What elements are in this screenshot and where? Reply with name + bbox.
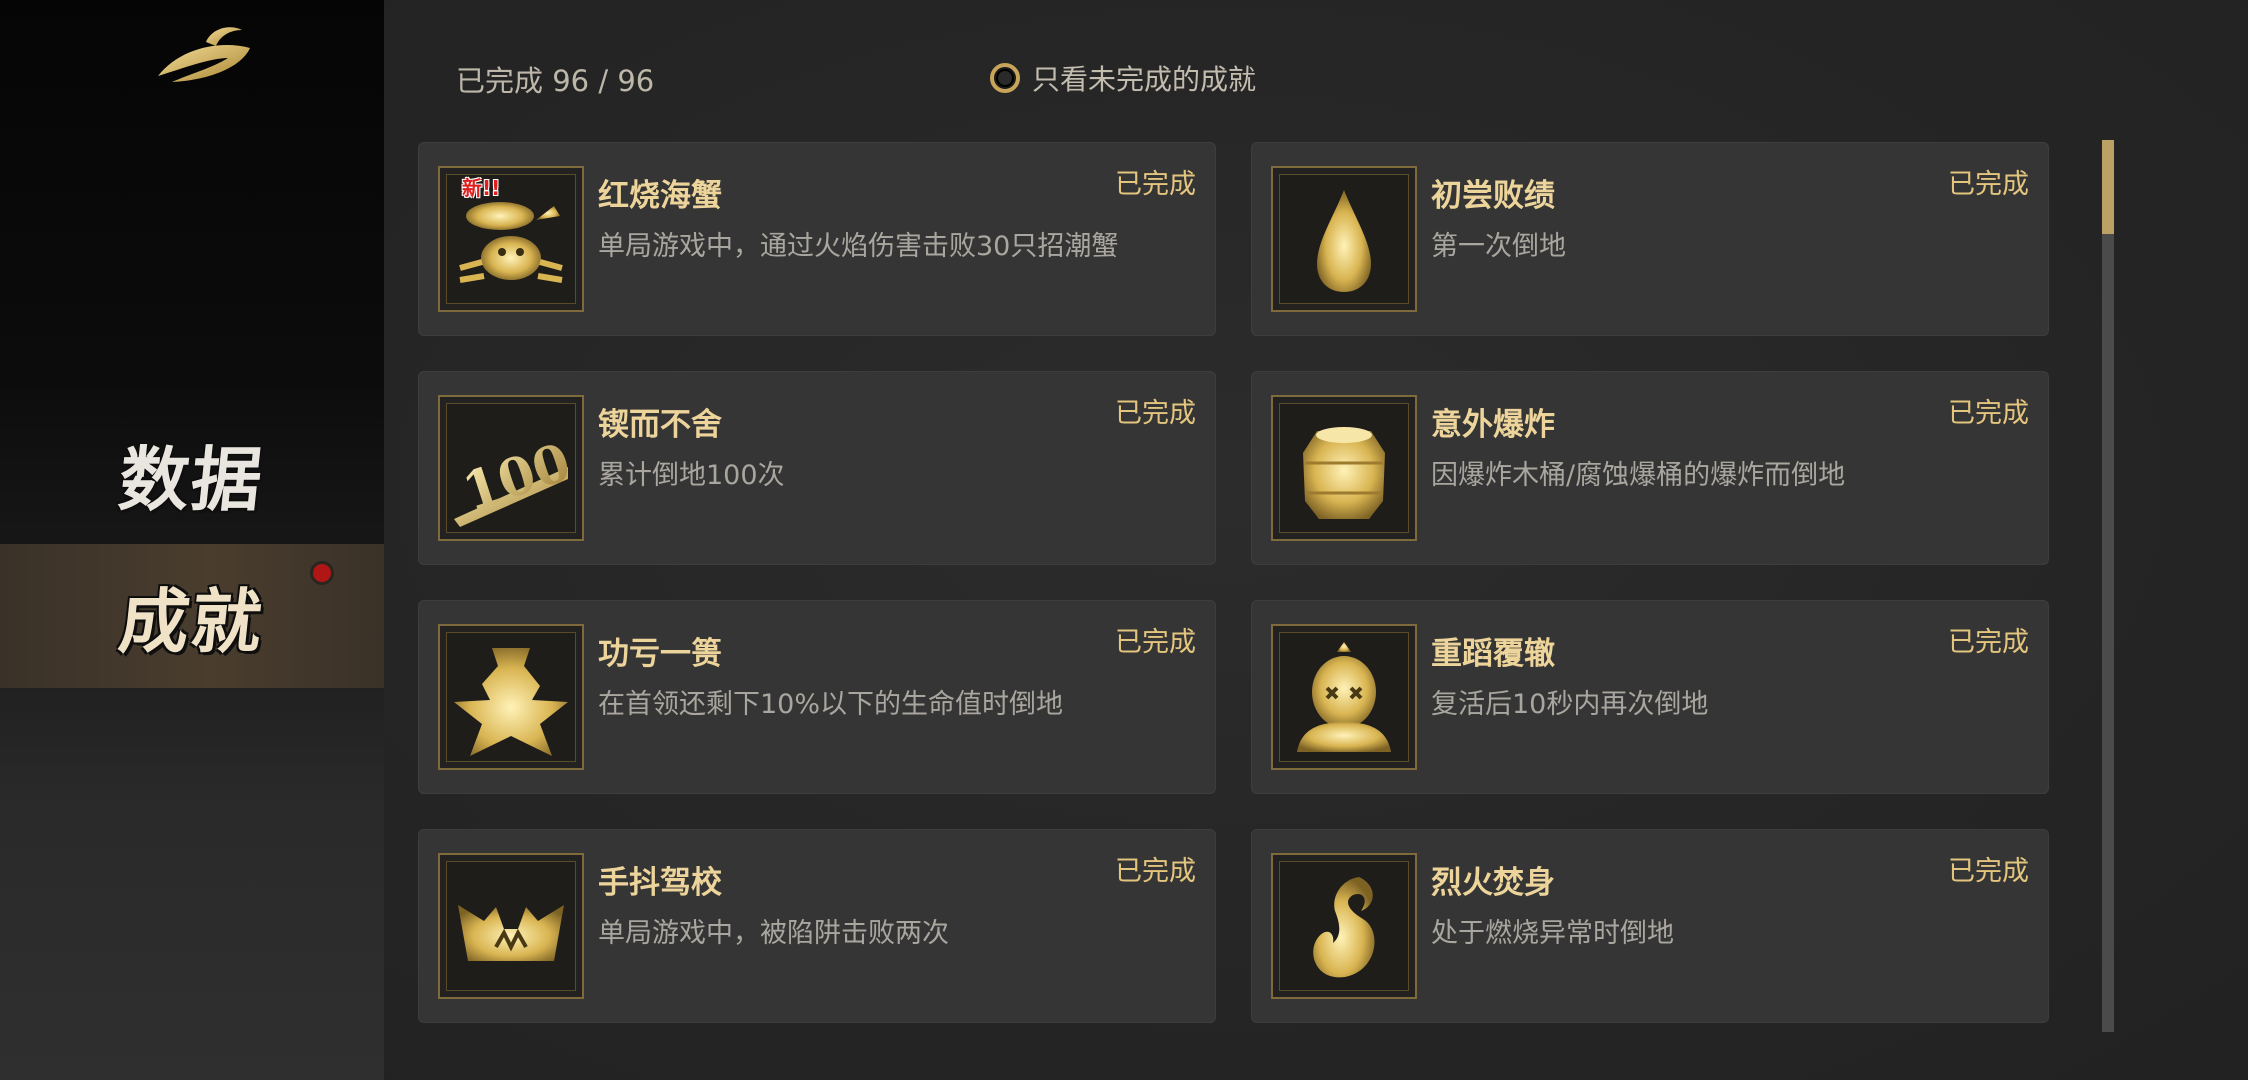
completion-progress: 已完成 96 / 96 [456, 64, 655, 98]
achievement-description: 处于燃烧异常时倒地 [1431, 918, 1674, 949]
achievement-description: 在首领还剩下10%以下的生命值时倒地 [598, 689, 1064, 720]
achievement-card[interactable]: 意外爆炸 因爆炸木桶/腐蚀爆桶的爆炸而倒地 已完成 [1251, 371, 2049, 565]
achievement-title: 红烧海蟹 [598, 178, 722, 214]
achievement-title: 意外爆炸 [1431, 407, 1555, 443]
flame-icon [1271, 853, 1417, 999]
achievement-description: 单局游戏中，被陷阱击败两次 [598, 918, 949, 949]
achievement-title: 烈火焚身 [1431, 865, 1555, 901]
barrel-icon [1271, 395, 1417, 541]
game-logo-icon [158, 27, 250, 82]
achievement-status: 已完成 [1115, 627, 1196, 658]
new-badge: 新!! [462, 176, 501, 200]
achievement-description: 第一次倒地 [1431, 231, 1566, 262]
achievement-description: 因爆炸木桶/腐蚀爆桶的爆炸而倒地 [1431, 460, 1846, 491]
filter-label: 只看未完成的成就 [1032, 63, 1257, 96]
broken-vase-icon [438, 624, 584, 770]
achievement-card[interactable]: 烈火焚身 处于燃烧异常时倒地 已完成 [1251, 829, 2049, 1023]
achievement-description: 单局游戏中，通过火焰伤害击败30只招潮蟹 [598, 231, 1119, 262]
achievement-card[interactable]: 手抖驾校 单局游戏中，被陷阱击败两次 已完成 [418, 829, 1216, 1023]
sidebar: 数据 成就 [0, 0, 384, 1080]
achievement-status: 已完成 [1948, 627, 2029, 658]
achievement-title: 手抖驾校 [598, 865, 722, 901]
nav-item-data[interactable]: 数据 [0, 402, 384, 546]
nav-item-achievements-label: 成就 [115, 579, 268, 663]
teardrop-icon [1271, 166, 1417, 312]
achievement-card[interactable]: 功亏一篑 在首领还剩下10%以下的生命值时倒地 已完成 [418, 600, 1216, 794]
achievement-title: 重蹈覆辙 [1431, 636, 1555, 672]
trap-icon [438, 853, 584, 999]
achievement-title: 锲而不舍 [598, 407, 722, 443]
achievement-status: 已完成 [1948, 856, 2029, 887]
achievement-title: 功亏一篑 [598, 636, 722, 672]
radio-button[interactable] [990, 63, 1020, 93]
achievement-card[interactable]: 新!! 红烧海蟹 单局游戏中，通过火焰伤害击败30只招潮蟹 已完成 [418, 142, 1216, 336]
achievement-status: 已完成 [1115, 169, 1196, 200]
crab-icon: 新!! [438, 166, 584, 312]
achievement-status: 已完成 [1115, 398, 1196, 429]
achievement-status: 已完成 [1115, 856, 1196, 887]
nav-item-data-label: 数据 [115, 437, 268, 521]
achievement-description: 累计倒地100次 [598, 460, 785, 491]
achievement-title: 初尝败绩 [1431, 178, 1555, 214]
scrollbar-track[interactable] [2102, 140, 2114, 1032]
incomplete-only-filter[interactable]: 只看未完成的成就 [990, 58, 1256, 98]
notification-dot [310, 561, 334, 585]
achievement-status: 已完成 [1948, 398, 2029, 429]
achievement-card[interactable]: 初尝败绩 第一次倒地 已完成 [1251, 142, 2049, 336]
svg-text:100: 100 [456, 432, 578, 524]
achievement-description: 复活后10秒内再次倒地 [1431, 689, 1709, 720]
hundred-icon: 100 [438, 395, 584, 541]
achievement-status: 已完成 [1948, 169, 2029, 200]
scrollbar-thumb[interactable] [2102, 140, 2114, 234]
knocked-out-head-icon [1271, 624, 1417, 770]
achievement-card[interactable]: 重蹈覆辙 复活后10秒内再次倒地 已完成 [1251, 600, 2049, 794]
achievement-card[interactable]: 100 锲而不舍 累计倒地100次 已完成 [418, 371, 1216, 565]
